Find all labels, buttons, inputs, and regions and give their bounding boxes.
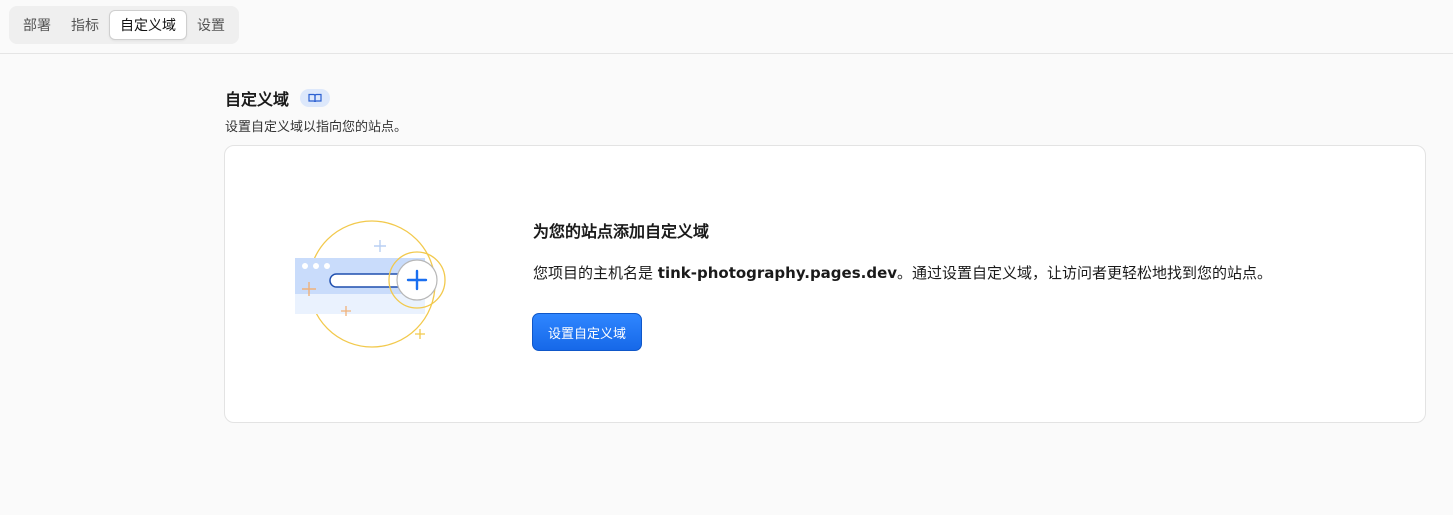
page-title: 自定义域 [225, 90, 290, 109]
description-prefix: 您项目的主机名是 [533, 264, 658, 282]
empty-state-title: 为您的站点添加自定义域 [533, 222, 710, 241]
tab-deployments[interactable]: 部署 [13, 10, 61, 40]
custom-domain-empty-state: 为您的站点添加自定义域 您项目的主机名是 tink-photography.pa… [224, 145, 1426, 423]
book-icon[interactable] [300, 89, 331, 107]
tab-metrics[interactable]: 指标 [61, 10, 109, 40]
tab-bar: 部署 指标 自定义域 设置 [9, 6, 239, 44]
empty-state-description: 您项目的主机名是 tink-photography.pages.dev。通过设置… [533, 262, 1272, 283]
section-header: 自定义域 [225, 86, 331, 110]
set-up-custom-domain-button[interactable]: 设置自定义域 [532, 313, 642, 351]
project-hostname: tink-photography.pages.dev [657, 264, 898, 282]
page-subtitle: 设置自定义域以指向您的站点。 [225, 120, 408, 135]
domain-illustration [295, 216, 455, 356]
top-navigation: 部署 指标 自定义域 设置 [0, 0, 1453, 54]
description-suffix: 。通过设置自定义域，让访问者更轻松地找到您的站点。 [897, 264, 1273, 282]
tab-settings[interactable]: 设置 [187, 10, 235, 40]
tab-custom-domains[interactable]: 自定义域 [109, 10, 187, 40]
